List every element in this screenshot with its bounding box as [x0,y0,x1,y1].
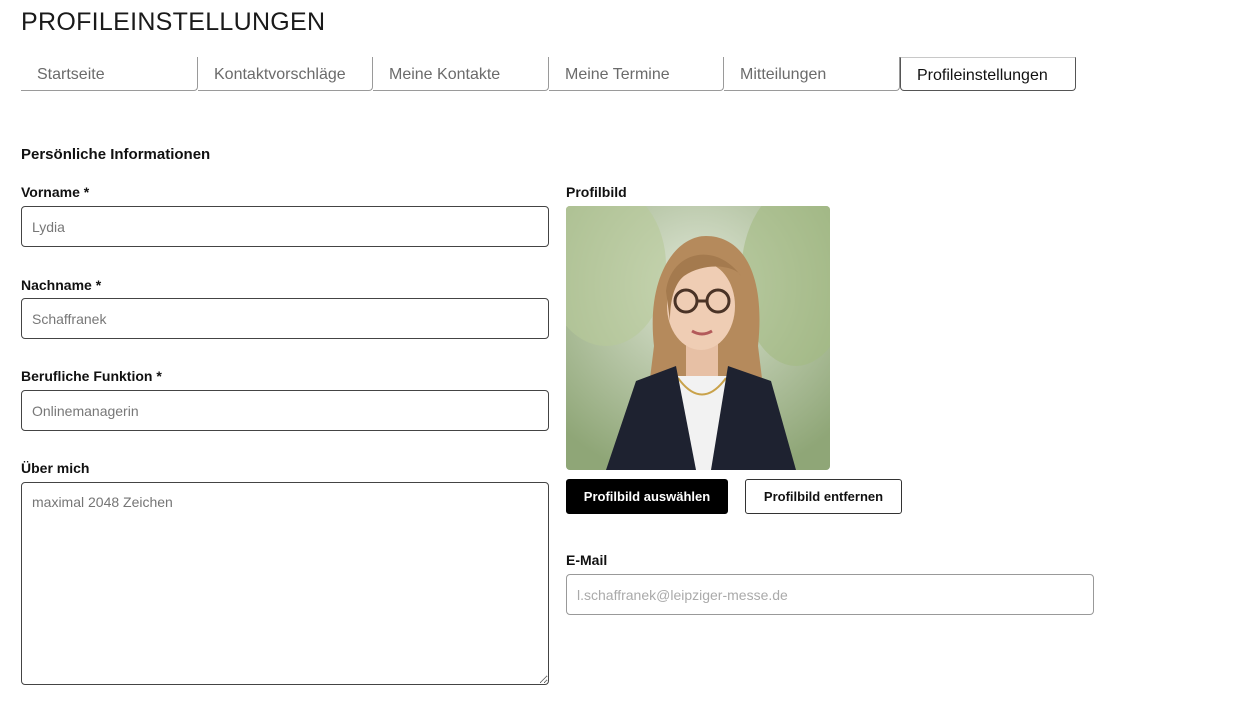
section-heading-personal: Persönliche Informationen [21,146,211,163]
page-title: PROFILEINSTELLUNGEN [21,8,326,36]
about-label: Über mich [21,460,90,476]
tab-label: Startseite [37,66,105,83]
tab-kontaktvorschlaege[interactable]: Kontaktvorschläge [198,57,373,91]
tab-label: Meine Kontakte [389,66,501,83]
tab-label: Profileinstellungen [917,67,1048,84]
tab-meine-termine[interactable]: Meine Termine [549,57,724,91]
tab-startseite[interactable]: Startseite [21,57,198,91]
email-label: E-Mail [566,552,608,568]
job-title-input[interactable] [21,390,549,431]
tab-profileinstellungen[interactable]: Profileinstellungen [900,57,1076,91]
tab-mitteilungen[interactable]: Mitteilungen [724,57,900,91]
last-name-label: Nachname * [21,277,102,293]
profile-photo-illustration [566,206,830,470]
profile-photo [566,206,830,470]
tab-label: Kontaktvorschläge [214,66,346,83]
profile-picture-label: Profilbild [566,184,627,200]
remove-profile-picture-button[interactable]: Profilbild entfernen [745,479,902,514]
tab-label: Mitteilungen [740,66,827,83]
last-name-input[interactable] [21,298,549,339]
job-title-label: Berufliche Funktion * [21,368,162,384]
tab-meine-kontakte[interactable]: Meine Kontakte [373,57,549,91]
first-name-label: Vorname * [21,184,90,200]
select-profile-picture-button[interactable]: Profilbild auswählen [566,479,728,514]
about-textarea[interactable] [21,482,549,685]
email-input[interactable] [566,574,1094,615]
first-name-input[interactable] [21,206,549,247]
tab-label: Meine Termine [565,66,670,83]
